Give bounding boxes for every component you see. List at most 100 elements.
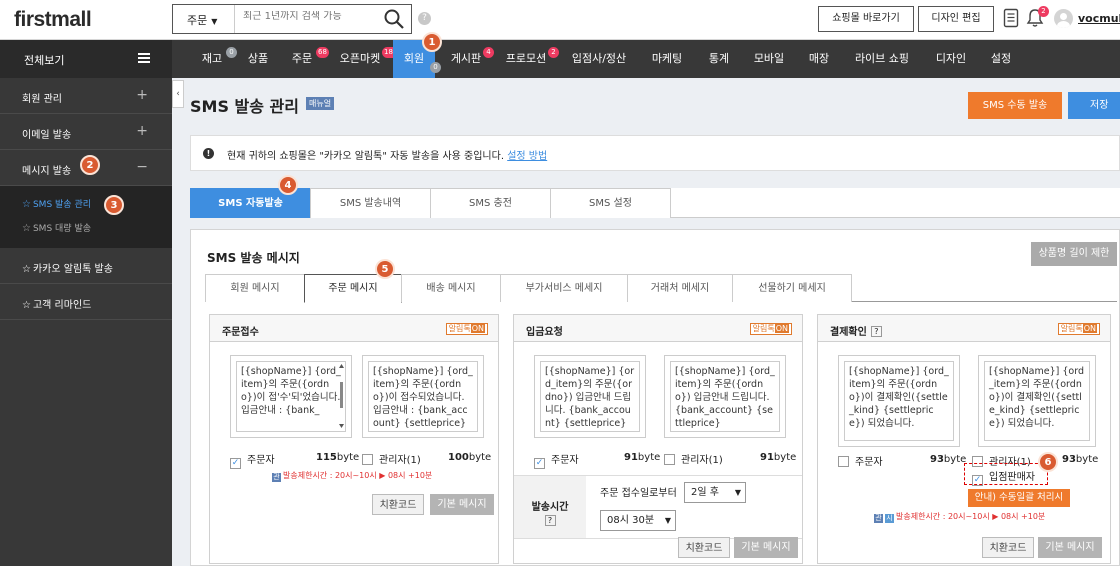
nav-item-board[interactable]: 게시판 <box>446 40 486 78</box>
sidebar-item-sms-bulk[interactable]: ☆ SMS 대량 발송 <box>0 216 172 240</box>
card-order-received: 주문접수 알림톡ON [{shopName}] {ord_item}의 주문({o… <box>209 314 499 564</box>
help-icon[interactable]: ? <box>544 515 556 526</box>
seller-checkbox[interactable]: ✓ 입점판매자 <box>972 468 1035 486</box>
sidebar-item-kakao[interactable]: ☆ 카카오 알림톡 발송 <box>0 248 172 284</box>
convert-code-button[interactable]: 치환코드 <box>372 494 424 515</box>
nav-item-seller[interactable]: 입점사/정산 <box>568 40 630 78</box>
customer-checkbox[interactable]: ✓ 주문자 <box>230 451 275 469</box>
subtab-member[interactable]: 회원 메시지 <box>205 274 305 302</box>
byte-count: 115byte <box>316 452 359 463</box>
search-input[interactable] <box>243 11 373 22</box>
manual-badge[interactable]: 매뉴얼 <box>306 97 335 110</box>
customer-checkbox[interactable]: 주문자 <box>838 453 883 468</box>
message-textarea[interactable]: [{shopName}] {ord_item}의 주문({ordno}) 입금안… <box>540 361 640 432</box>
subtab-partner[interactable]: 거래처 메세지 <box>627 274 733 302</box>
sidebar-item-email[interactable]: 이메일 발송 + <box>0 114 172 150</box>
scrollbar[interactable] <box>339 364 344 428</box>
document-icon[interactable] <box>1003 8 1019 28</box>
nav-item-settings[interactable]: 설정 <box>986 40 1016 78</box>
chevron-left-icon: ‹ <box>176 89 180 99</box>
nav-label: 마케팅 <box>651 52 683 65</box>
sidebar-item-member[interactable]: 회원 관리 + <box>0 78 172 114</box>
admin-checkbox[interactable]: 관리자(1) <box>664 451 723 466</box>
nav-item-stats[interactable]: 통계 <box>704 40 734 78</box>
default-message-button[interactable]: 기본 메시지 <box>430 494 494 515</box>
nav-item-store[interactable]: 매장 <box>804 40 834 78</box>
search-bar: 주문 ▼ <box>172 4 412 34</box>
nav-all-menu[interactable]: 전체보기 <box>0 40 172 78</box>
nav-count-badge: 68 <box>316 47 329 58</box>
default-message-button[interactable]: 기본 메시지 <box>734 537 798 558</box>
hour-select[interactable]: 08시 30분 ▼ <box>600 510 676 531</box>
design-edit-button[interactable]: 디자인 편집 <box>918 6 994 32</box>
search-type-select[interactable]: 주문 ▼ <box>173 5 235 33</box>
check-icon: ✓ <box>972 475 983 486</box>
subtab-addon[interactable]: 부가서비스 메세지 <box>500 274 628 302</box>
card-payment-request: 입금요청 알림톡ON [{shopName}] {ord_item}의 주문({o… <box>513 314 803 564</box>
nav-item-stock[interactable]: 재고 <box>194 40 230 78</box>
byte-value: 100 <box>448 452 469 463</box>
main-tabs: SMS 자동발송 SMS 발송내역 SMS 충전 SMS 설정 <box>190 188 1120 218</box>
send-time-row: 발송시간? 주문 접수일로부터 2일 후 ▼ 08시 30분 ▼ <box>514 475 802 539</box>
sidebar-label: SMS 발송 관리 <box>32 200 92 210</box>
menu-icon <box>138 53 150 63</box>
card-title: 입금요청 알림톡ON <box>514 315 802 342</box>
message-box-customer: [{shopName}] {ord_item}의 주문({ordno})이 접'… <box>230 355 352 438</box>
manual-batch-guide-button[interactable]: 안내) 수동일괄 처리시 <box>968 489 1070 507</box>
byte-value: 91 <box>760 452 774 463</box>
subtab-delivery[interactable]: 배송 메시지 <box>401 274 501 302</box>
star-icon: ☆ <box>22 264 31 275</box>
restriction-text: 발송제한시간 : 20시~10시 ▶ 08시 +10분 <box>896 512 1046 521</box>
sms-manual-send-button[interactable]: SMS 수동 발송 <box>968 92 1062 119</box>
nav-item-product[interactable]: 상품 <box>240 40 276 78</box>
message-textarea[interactable]: [{shopName}] {ord_item}의 주문({ordno})이 접'… <box>236 361 346 432</box>
message-textarea[interactable]: [{shopName}] {ord_item}의 주문({ordno})이 접수… <box>368 361 478 432</box>
shop-link-button[interactable]: 쇼핑몰 바로가기 <box>818 6 914 32</box>
tab-sms-charge[interactable]: SMS 충전 <box>430 188 551 218</box>
save-button[interactable]: 저장 <box>1068 92 1120 119</box>
nav-item-promotion[interactable]: 프로모션 <box>502 40 550 78</box>
admin-checkbox[interactable]: 관리자(1) <box>362 451 421 466</box>
check-icon: ✓ <box>534 458 545 469</box>
alimtalk-label: 알림톡 <box>1060 324 1083 333</box>
nav-item-openmarket[interactable]: 오픈마켓 <box>332 40 388 78</box>
customer-checkbox[interactable]: ✓ 주문자 <box>534 451 579 469</box>
help-icon[interactable]: ? <box>418 12 431 25</box>
convert-code-button[interactable]: 치환코드 <box>678 537 730 558</box>
avatar[interactable] <box>1054 9 1073 28</box>
time-icon: 시 <box>885 514 894 523</box>
star-icon: ☆ <box>22 223 31 234</box>
help-icon[interactable]: ? <box>870 326 882 337</box>
username-link[interactable]: vocmulti <box>1078 12 1120 25</box>
default-message-button[interactable]: 기본 메시지 <box>1038 537 1102 558</box>
sidebar-collapse-toggle[interactable]: ‹ <box>172 80 184 108</box>
convert-code-button[interactable]: 치환코드 <box>982 537 1034 558</box>
nav-item-marketing[interactable]: 마케팅 <box>646 40 688 78</box>
tab-sms-history[interactable]: SMS 발송내역 <box>310 188 431 218</box>
search-icon[interactable] <box>383 8 405 30</box>
sidebar-item-sms-manage[interactable]: ☆ SMS 발송 관리 <box>0 192 172 216</box>
sidebar-item-remind[interactable]: ☆ 고객 리마인드 <box>0 284 172 320</box>
product-name-limit-button[interactable]: 상품명 길이 제한 <box>1031 242 1117 266</box>
setting-method-link[interactable]: 설정 방법 <box>507 151 547 162</box>
nav-item-live-shopping[interactable]: 라이브 쇼핑 <box>848 40 916 78</box>
admin-icon: 관 <box>272 473 281 482</box>
subtab-gift[interactable]: 선물하기 메세지 <box>732 274 852 302</box>
message-textarea[interactable]: [{shopName}] {ord_item}의 주문({ordno})이 결제… <box>844 361 954 441</box>
nav-all-label: 전체보기 <box>24 54 65 67</box>
message-textarea[interactable]: [{shopName}] {ord_item}의 주문({ordno})이 결제… <box>984 361 1090 441</box>
days-select[interactable]: 2일 후 ▼ <box>684 482 746 503</box>
user-icon <box>1057 13 1070 28</box>
nav-label: 통계 <box>708 52 730 65</box>
nav-item-order[interactable]: 주문 <box>284 40 320 78</box>
nav-label: 설정 <box>990 52 1012 65</box>
nav-label: 디자인 <box>935 52 967 65</box>
nav-item-mobile[interactable]: 모바일 <box>748 40 790 78</box>
tab-sms-settings[interactable]: SMS 설정 <box>550 188 671 218</box>
check-icon: ✓ <box>230 458 241 469</box>
byte-unit: byte <box>773 452 797 463</box>
firstmall-logo[interactable]: firstmall <box>14 8 92 32</box>
message-textarea[interactable]: [{shopName}] {ord_item}의 주문({ordno}) 입금안… <box>670 361 780 432</box>
card-title-text: 입금요청 <box>526 327 563 338</box>
nav-item-design[interactable]: 디자인 <box>930 40 972 78</box>
